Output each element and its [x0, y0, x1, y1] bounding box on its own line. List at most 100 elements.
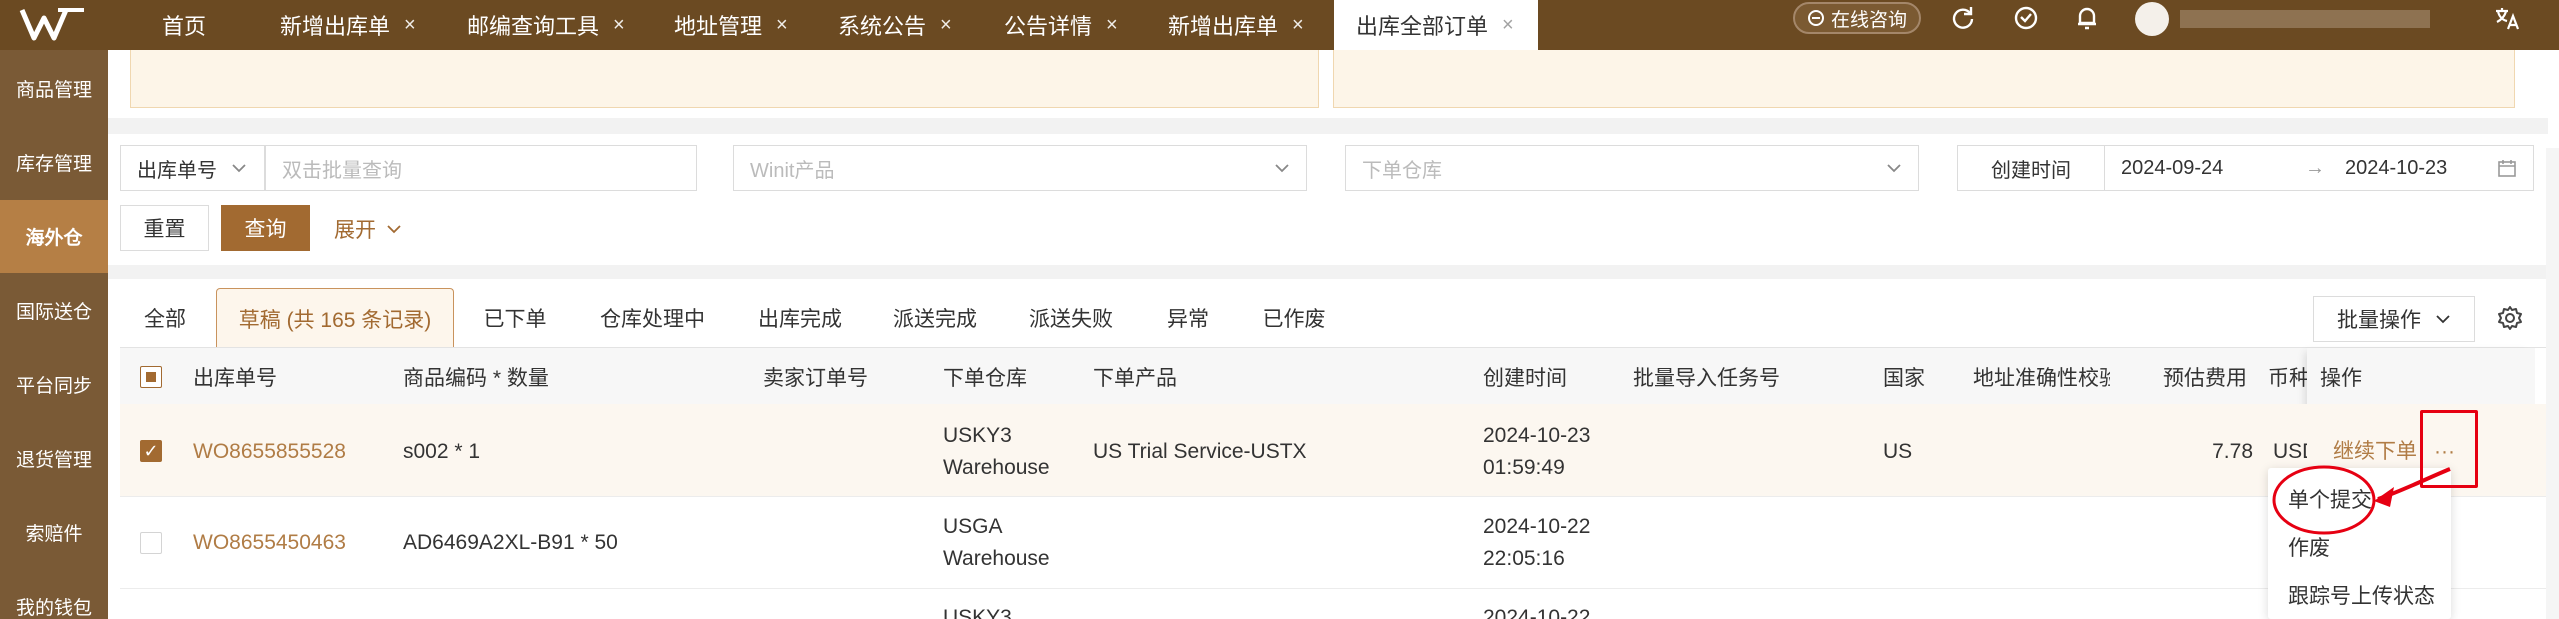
tab-label: 仓库处理中: [600, 308, 705, 331]
close-icon[interactable]: ×: [940, 14, 952, 37]
column-header: 卖家订单号: [763, 367, 868, 390]
row-checkbox[interactable]: [140, 532, 162, 554]
sidebar-item-label: 海外仓: [25, 228, 83, 249]
column-header: 批量导入任务号: [1633, 367, 1780, 390]
tab-label: 公告详情: [1004, 14, 1093, 39]
notice-box: [130, 50, 1319, 108]
tab-label: 已下单: [483, 308, 547, 331]
warehouse-code: USKY3: [943, 606, 1012, 619]
tab-delivery-complete[interactable]: 派送完成: [880, 288, 990, 348]
sidebar-item-label: 库存管理: [15, 154, 92, 175]
tab-ordered[interactable]: 已下单: [470, 288, 560, 348]
product-name: US Trial Service-USTX: [1093, 440, 1307, 463]
top-bar: 首页 新增出库单 × 邮编查询工具 × 地址管理 × 系统公告 × 公告详情 ×…: [0, 0, 2559, 50]
column-header: 创建时间: [1483, 367, 1567, 390]
tab-new-outbound[interactable]: 新增出库单 ×: [258, 0, 430, 50]
select-placeholder: 下单仓库: [1362, 159, 1442, 182]
username-blurred[interactable]: [2180, 10, 2430, 28]
expand-label: 展开: [334, 219, 376, 242]
tab-label: 出库全部订单: [1356, 14, 1489, 39]
query-button[interactable]: 查询: [221, 205, 310, 251]
tab-label: 草稿 (共 165 条记录): [238, 308, 432, 332]
settings-gear-icon[interactable]: [2497, 305, 2523, 331]
close-icon[interactable]: ×: [404, 14, 416, 37]
tab-exception[interactable]: 异常: [1152, 288, 1224, 348]
bell-icon[interactable]: [2073, 4, 2101, 32]
column-header: 币种: [2268, 367, 2308, 390]
close-icon[interactable]: ×: [1292, 14, 1304, 37]
language-icon[interactable]: [2493, 4, 2521, 32]
sidebar: 商品管理 库存管理 海外仓 国际送仓 平台同步 退货管理 索赔件 我的钱包: [0, 50, 108, 619]
created-time: 22:05:16: [1483, 547, 1565, 570]
tab-label: 派送完成: [893, 308, 977, 331]
sidebar-item-returns[interactable]: 退货管理: [0, 422, 108, 495]
feedback-icon[interactable]: [2012, 4, 2040, 32]
calendar-icon: [2498, 160, 2516, 177]
sidebar-item-inventory[interactable]: 库存管理: [0, 126, 108, 199]
order-no-link[interactable]: WO8655855528: [193, 436, 346, 468]
tab-label: 全部: [144, 308, 186, 331]
sidebar-item-wallet[interactable]: 我的钱包: [0, 570, 108, 619]
select-all-checkbox[interactable]: [140, 366, 162, 388]
close-icon[interactable]: ×: [1502, 14, 1514, 37]
tab-draft[interactable]: 草稿 (共 165 条记录): [216, 288, 454, 348]
scrollbar-track[interactable]: [2546, 148, 2559, 619]
column-header: 国家: [1883, 367, 1925, 390]
row-divider: [120, 496, 2550, 497]
divider: [108, 118, 2548, 134]
row-divider: [120, 588, 2550, 589]
date-start: 2024-09-24: [2121, 156, 2224, 179]
date-range-picker[interactable]: 2024-09-24 → 2024-10-23: [2104, 145, 2534, 191]
tab-outbound-complete[interactable]: 出库完成: [745, 288, 855, 348]
tab-warehouse-processing[interactable]: 仓库处理中: [585, 288, 720, 348]
sidebar-item-claims[interactable]: 索赔件: [0, 496, 108, 569]
close-icon[interactable]: ×: [1106, 14, 1118, 37]
warehouse-select[interactable]: 下单仓库: [1345, 145, 1919, 191]
menu-item-tracking-upload-status[interactable]: 跟踪号上传状态: [2288, 580, 2435, 610]
batch-operations-button[interactable]: 批量操作: [2313, 296, 2475, 342]
tab-notice-detail[interactable]: 公告详情 ×: [982, 0, 1132, 50]
button-label: 批量操作: [2337, 309, 2421, 332]
date-type-select[interactable]: 创建时间: [1957, 145, 2105, 191]
sku-quantity: s002 * 1: [403, 440, 481, 463]
tab-all[interactable]: 全部: [130, 288, 200, 348]
input-placeholder: 双击批量查询: [282, 159, 402, 182]
sidebar-item-products[interactable]: 商品管理: [0, 52, 108, 125]
sidebar-item-label: 商品管理: [15, 80, 92, 101]
tab-voided[interactable]: 已作废: [1248, 288, 1340, 348]
expand-toggle[interactable]: 展开: [334, 214, 402, 244]
sidebar-item-label: 我的钱包: [15, 598, 92, 619]
tab-new-outbound-2[interactable]: 新增出库单 ×: [1146, 0, 1318, 50]
column-header: 下单产品: [1093, 367, 1177, 390]
tab-zipcode-tool[interactable]: 邮编查询工具 ×: [445, 0, 639, 50]
close-icon[interactable]: ×: [613, 14, 625, 37]
sidebar-item-intl-delivery[interactable]: 国际送仓: [0, 274, 108, 347]
column-header: 地址准确性校验: [1973, 367, 2110, 390]
sidebar-item-label: 索赔件: [25, 524, 83, 545]
tab-system-notice[interactable]: 系统公告 ×: [816, 0, 966, 50]
tab-home[interactable]: 首页: [140, 0, 220, 50]
close-icon[interactable]: ×: [776, 14, 788, 37]
tab-label: 已作废: [1262, 308, 1326, 331]
batch-query-input[interactable]: 双击批量查询: [265, 145, 697, 191]
tab-all-outbound-orders[interactable]: 出库全部订单 ×: [1334, 0, 1538, 50]
tab-address-mgmt[interactable]: 地址管理 ×: [652, 0, 802, 50]
winit-product-select[interactable]: Winit产品: [733, 145, 1307, 191]
tab-label: 地址管理: [674, 14, 763, 39]
order-no-link[interactable]: WO8655450463: [193, 527, 346, 559]
button-label: 重置: [143, 218, 186, 241]
warehouse-suffix: Warehouse: [943, 456, 1050, 479]
tab-delivery-failed[interactable]: 派送失败: [1016, 288, 1126, 348]
order-no-select[interactable]: 出库单号: [120, 145, 265, 191]
reset-button[interactable]: 重置: [120, 205, 209, 251]
tab-label: 新增出库单: [280, 14, 391, 39]
online-consult-button[interactable]: 在线咨询: [1793, 2, 1922, 34]
warehouse-code: USKY3: [943, 424, 1012, 447]
refresh-icon[interactable]: [1949, 4, 1977, 32]
sidebar-item-platform-sync[interactable]: 平台同步: [0, 348, 108, 421]
select-placeholder: Winit产品: [750, 159, 835, 182]
avatar[interactable]: [2135, 2, 2169, 36]
annotation-arrow: [2272, 465, 2451, 535]
row-checkbox[interactable]: ✓: [140, 440, 162, 462]
sidebar-item-overseas-warehouse[interactable]: 海外仓: [0, 200, 108, 273]
